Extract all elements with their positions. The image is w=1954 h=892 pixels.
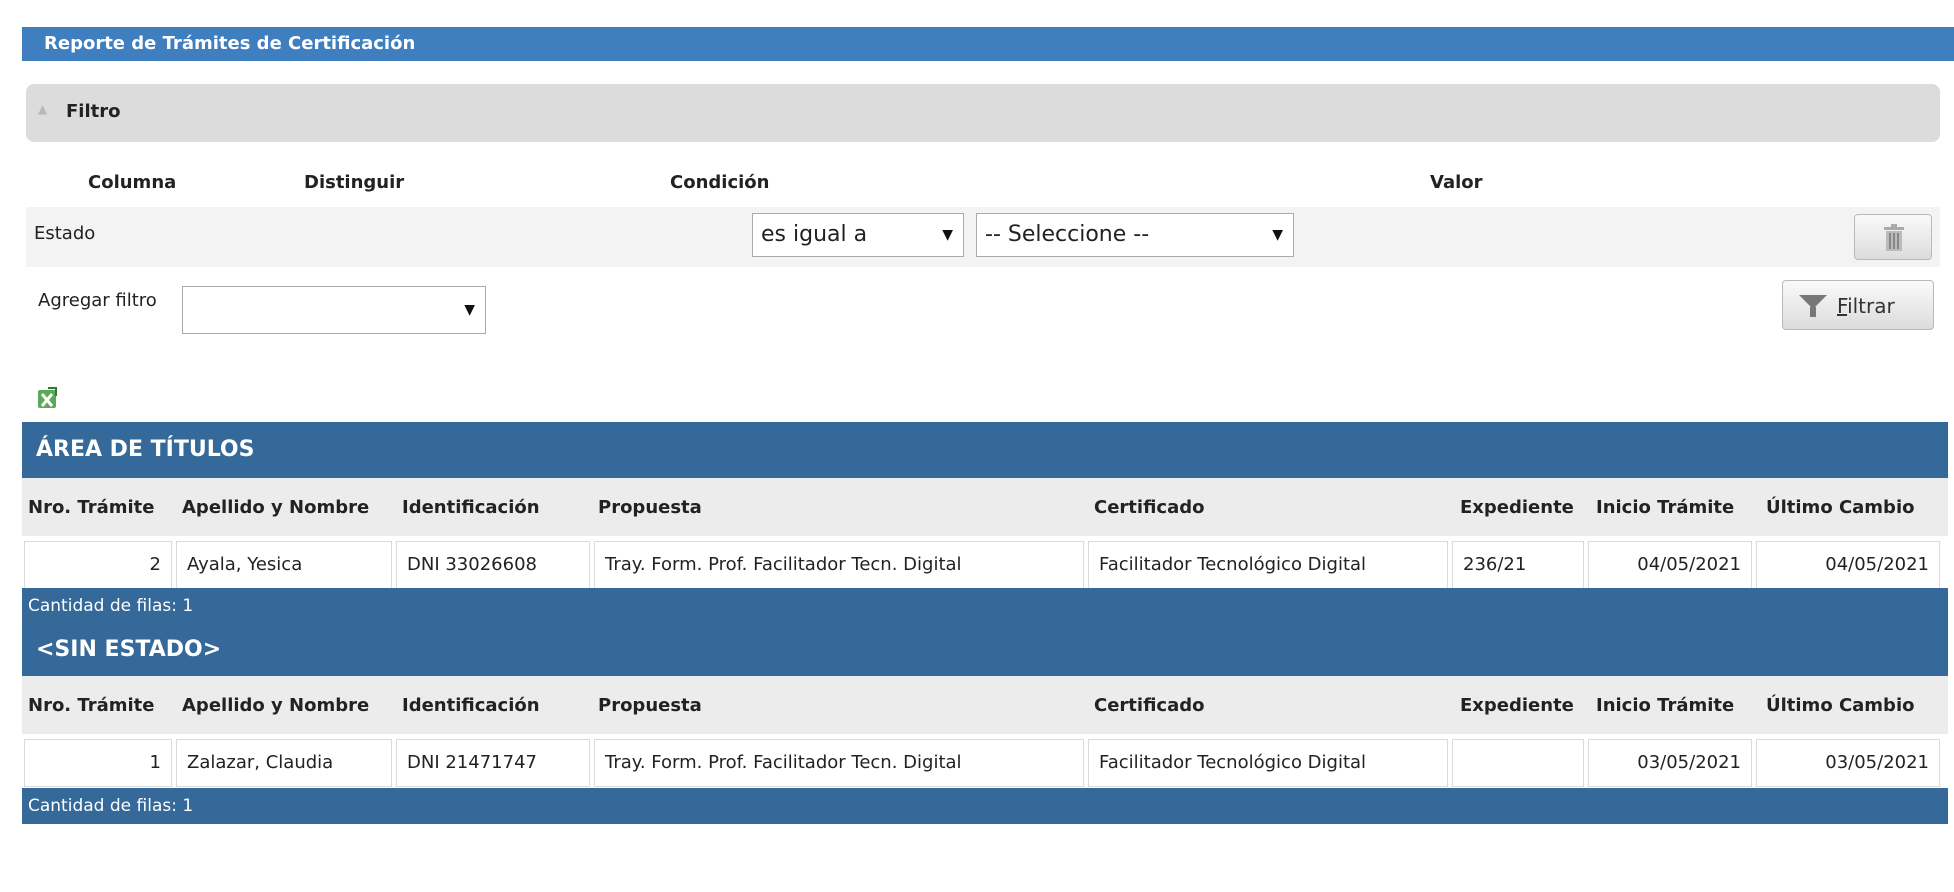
filter-header-valor: Valor <box>1430 172 1483 193</box>
excel-export-icon[interactable] <box>34 386 62 414</box>
column-header: Último Cambio <box>1766 497 1915 518</box>
trash-icon <box>1884 224 1904 251</box>
column-header: Propuesta <box>598 497 702 518</box>
table-row[interactable]: 2 Ayala, Yesica DNI 33026608 Tray. Form.… <box>22 536 1948 594</box>
filter-column-name: Estado <box>34 223 96 244</box>
dropdown-arrow-icon: ▼ <box>464 302 475 318</box>
value-select-value: -- Seleccione -- <box>985 222 1150 247</box>
column-header: Apellido y Nombre <box>182 497 370 518</box>
cell-propuesta: Tray. Form. Prof. Facilitador Tecn. Digi… <box>594 739 1084 787</box>
filter-header-condicion: Condición <box>670 172 770 193</box>
cell-nombre: Ayala, Yesica <box>176 541 392 589</box>
table-row[interactable]: 1 Zalazar, Claudia DNI 21471747 Tray. Fo… <box>22 734 1948 792</box>
add-filter-select[interactable]: ▼ <box>182 286 486 334</box>
filter-panel-header[interactable]: ▲ Filtro <box>26 84 1940 142</box>
table-header-row: Nro. Trámite Apellido y Nombre Identific… <box>22 676 1948 736</box>
filtrar-accesskey: F <box>1837 294 1848 318</box>
dropdown-arrow-icon: ▼ <box>1272 227 1283 243</box>
cell-nombre: Zalazar, Claudia <box>176 739 392 787</box>
cell-expediente: 236/21 <box>1452 541 1584 589</box>
cell-nro: 2 <box>24 541 172 589</box>
filtrar-button[interactable]: Filtrar <box>1782 280 1934 330</box>
table-header-row: Nro. Trámite Apellido y Nombre Identific… <box>22 478 1948 538</box>
column-header: Certificado <box>1094 695 1205 716</box>
column-header: Identificación <box>402 497 540 518</box>
column-header: Inicio Trámite <box>1596 695 1735 716</box>
cell-expediente <box>1452 739 1584 787</box>
filter-header-distinguir: Distinguir <box>304 172 405 193</box>
column-header: Expediente <box>1460 497 1574 518</box>
filter-header-columna: Columna <box>88 172 177 193</box>
column-header: Último Cambio <box>1766 695 1915 716</box>
cell-certificado: Facilitador Tecnológico Digital <box>1088 739 1448 787</box>
chevron-up-icon[interactable]: ▲ <box>38 102 47 116</box>
condition-select-value: es igual a <box>761 222 868 247</box>
column-header: Propuesta <box>598 695 702 716</box>
cell-identificacion: DNI 21471747 <box>396 739 590 787</box>
row-count: Cantidad de filas: 1 <box>22 788 1948 824</box>
funnel-icon-stem <box>1810 307 1816 317</box>
cell-inicio: 04/05/2021 <box>1588 541 1752 589</box>
value-select[interactable]: -- Seleccione -- ▼ <box>976 213 1294 257</box>
column-header: Apellido y Nombre <box>182 695 370 716</box>
cell-nro: 1 <box>24 739 172 787</box>
condition-select[interactable]: es igual a ▼ <box>752 213 964 257</box>
column-header: Identificación <box>402 695 540 716</box>
cell-identificacion: DNI 33026608 <box>396 541 590 589</box>
column-header: Nro. Trámite <box>28 497 155 518</box>
filter-panel-label: Filtro <box>66 101 121 122</box>
column-header: Expediente <box>1460 695 1574 716</box>
dropdown-arrow-icon: ▼ <box>942 227 953 243</box>
column-header: Certificado <box>1094 497 1205 518</box>
cell-inicio: 03/05/2021 <box>1588 739 1752 787</box>
group-header: ÁREA DE TÍTULOS <box>22 422 1948 478</box>
report-page: Reporte de Trámites de Certificación ▲ F… <box>0 0 1954 892</box>
cell-ultimo: 03/05/2021 <box>1756 739 1940 787</box>
group-header: <SIN ESTADO> <box>22 624 1948 676</box>
filtrar-label-rest: iltrar <box>1847 294 1895 318</box>
row-count: Cantidad de filas: 1 <box>22 588 1948 624</box>
cell-propuesta: Tray. Form. Prof. Facilitador Tecn. Digi… <box>594 541 1084 589</box>
remove-filter-button[interactable] <box>1854 214 1932 260</box>
report-title: Reporte de Trámites de Certificación <box>22 27 1954 61</box>
column-header: Nro. Trámite <box>28 695 155 716</box>
filtrar-button-label: Filtrar <box>1837 294 1895 318</box>
cell-certificado: Facilitador Tecnológico Digital <box>1088 541 1448 589</box>
add-filter-label: Agregar filtro <box>38 290 157 311</box>
column-header: Inicio Trámite <box>1596 497 1735 518</box>
cell-ultimo: 04/05/2021 <box>1756 541 1940 589</box>
